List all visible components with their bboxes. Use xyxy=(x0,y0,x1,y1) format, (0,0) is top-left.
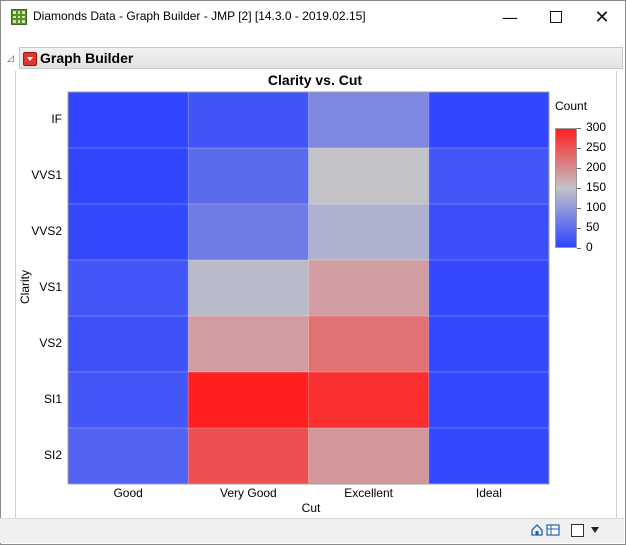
status-bar xyxy=(0,518,624,543)
heatmap-cell-SI1-Good[interactable] xyxy=(68,372,189,429)
heatmap-cell-VS1-Very-Good[interactable] xyxy=(188,260,309,317)
legend-tick-mark xyxy=(577,248,581,249)
legend-tick-label: 200 xyxy=(586,160,607,174)
x-axis-label: Cut xyxy=(301,501,321,515)
heatmap-cell-SI1-Very-Good[interactable] xyxy=(188,372,309,429)
heatmap-plot xyxy=(67,91,550,485)
legend-tick-mark xyxy=(577,168,581,169)
heatmap-cell-VVS2-Ideal[interactable] xyxy=(428,204,550,261)
y-tick-label: IF xyxy=(51,112,62,126)
heatmap-cell-VS2-Excellent[interactable] xyxy=(308,316,430,373)
y-tick-label: VVS1 xyxy=(31,168,62,182)
legend-tick-label: 100 xyxy=(586,200,607,214)
heatmap-cell-VVS1-Very-Good[interactable] xyxy=(188,148,309,205)
legend-tick-mark xyxy=(577,128,581,129)
legend-color-bar xyxy=(555,128,577,248)
x-tick-label: Good xyxy=(113,486,143,500)
legend-title: Count xyxy=(555,99,588,113)
heatmap-cell-SI1-Excellent[interactable] xyxy=(308,372,430,429)
legend-tick-mark xyxy=(577,188,581,189)
heatmap-cell-VVS1-Ideal[interactable] xyxy=(428,148,550,205)
heatmap-cell-IF-Very-Good[interactable] xyxy=(188,92,309,149)
legend-tick-label: 0 xyxy=(586,240,593,254)
heatmap-cell-VS1-Ideal[interactable] xyxy=(428,260,550,317)
y-tick-label: SI2 xyxy=(43,448,62,462)
heatmap-cell-VS1-Good[interactable] xyxy=(68,260,189,317)
heatmap-cell-SI2-Very-Good[interactable] xyxy=(188,428,309,485)
heatmap-cell-VS1-Excellent[interactable] xyxy=(308,260,430,317)
grid-icon[interactable] xyxy=(546,523,560,537)
legend-tick-mark xyxy=(577,148,581,149)
legend-tick-mark xyxy=(577,228,581,229)
selection-box-icon[interactable] xyxy=(571,524,584,537)
x-tick-label: Very Good xyxy=(220,486,277,500)
heatmap-cell-VVS2-Excellent[interactable] xyxy=(308,204,430,261)
legend-tick-label: 300 xyxy=(586,120,607,134)
heatmap-cell-VS2-Very-Good[interactable] xyxy=(188,316,309,373)
legend-tick-mark xyxy=(577,208,581,209)
heatmap-cell-VVS2-Good[interactable] xyxy=(68,204,189,261)
heatmap-cell-IF-Excellent[interactable] xyxy=(308,92,430,149)
heatmap-cell-SI2-Good[interactable] xyxy=(68,428,189,485)
x-tick-label: Excellent xyxy=(344,486,393,500)
y-axis-label: Clarity xyxy=(18,270,32,305)
heatmap-cell-VVS2-Very-Good[interactable] xyxy=(188,204,309,261)
legend-tick-label: 50 xyxy=(586,220,600,234)
heatmap-cell-VVS1-Good[interactable] xyxy=(68,148,189,205)
heatmap-cell-VS2-Ideal[interactable] xyxy=(428,316,550,373)
legend-tick-label: 150 xyxy=(586,180,607,194)
home-icon[interactable] xyxy=(530,523,544,537)
heatmap-cell-IF-Good[interactable] xyxy=(68,92,189,149)
y-tick-label: VVS2 xyxy=(31,224,62,238)
heatmap-cell-SI1-Ideal[interactable] xyxy=(428,372,550,429)
y-tick-label: VS2 xyxy=(39,336,62,350)
heatmap-cell-SI2-Excellent[interactable] xyxy=(308,428,430,485)
heatmap-cell-IF-Ideal[interactable] xyxy=(428,92,550,149)
legend-tick-label: 250 xyxy=(586,140,607,154)
dropdown-arrow-icon[interactable] xyxy=(591,527,599,533)
heatmap-cell-SI2-Ideal[interactable] xyxy=(428,428,550,485)
heatmap-cell-VS2-Good[interactable] xyxy=(68,316,189,373)
y-tick-label: SI1 xyxy=(43,392,62,406)
x-tick-label: Ideal xyxy=(475,486,502,500)
heatmap-cell-VVS1-Excellent[interactable] xyxy=(308,148,430,205)
